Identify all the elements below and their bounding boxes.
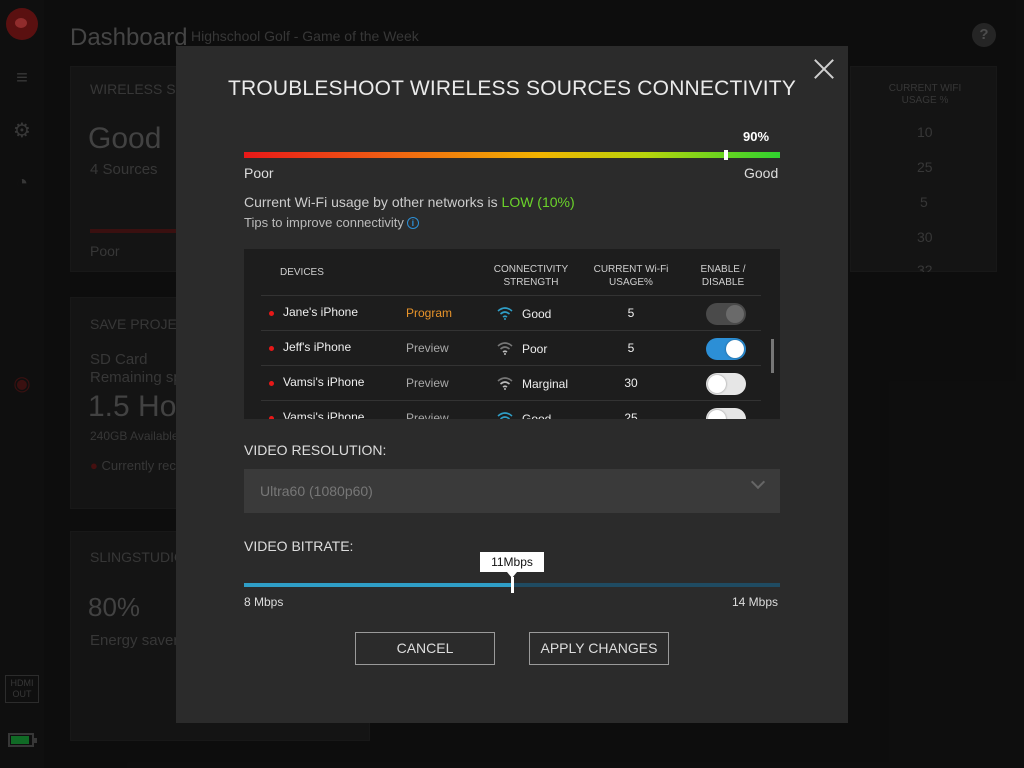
dialog-title: TROUBLESHOOT WIRELESS SOURCES CONNECTIVI… [227,77,797,100]
enable-toggle[interactable] [706,373,746,395]
device-usage: 25 [624,411,638,419]
toggle-knob [726,305,744,323]
toggle-knob [708,375,726,393]
bitrate-fill [244,583,512,587]
tips-link[interactable]: Tips to improve connectivity i [244,215,419,230]
device-mode: Preview [406,376,449,390]
status-dot [269,381,274,386]
status-dot [269,311,274,316]
tips-text: Tips to improve connectivity [244,215,404,230]
table-scrollbar[interactable] [771,339,774,373]
quality-marker [724,150,729,160]
wifi-usage-text: Current Wi-Fi usage by other networks is… [244,194,575,210]
toggle-knob [726,340,744,358]
toggle-knob [708,410,726,419]
wifi-icon [497,306,513,320]
table-row: Vamsi's iPhone Preview Marginal 30 [261,365,761,400]
bitrate-thumb[interactable] [511,577,514,593]
table-row: Jane's iPhone Program Good 5 [261,295,761,330]
device-strength: Good [522,412,552,419]
table-row: Jeff's iPhone Preview Poor 5 [261,330,761,365]
wifi-icon [497,341,513,355]
status-dot [269,416,274,419]
header-usage: CURRENT Wi-Fi USAGE% [593,264,669,288]
device-mode: Preview [406,411,449,419]
bitrate-slider[interactable]: 11Mbps [244,552,780,593]
quality-poor-label: Poor [244,165,274,181]
device-usage: 5 [627,306,635,320]
device-mode: Preview [406,341,449,355]
enable-toggle[interactable] [706,408,746,419]
device-usage: 30 [624,376,638,390]
wifi-usage-prefix: Current Wi-Fi usage by other networks is [244,194,502,210]
device-name: Jeff's iPhone [283,340,352,354]
table-row: Vamsi's iPhone Preview Good 25 [261,400,761,419]
wifi-usage-level: LOW (10%) [501,194,575,210]
device-strength: Poor [522,342,548,356]
header-devices: DEVICES [280,267,324,278]
bitrate-label: VIDEO BITRATE: [244,538,354,554]
info-icon[interactable]: i [406,217,419,229]
resolution-select[interactable]: Ultra60 (1080p60) [244,469,780,513]
status-dot [269,346,274,351]
resolution-value: Ultra60 (1080p60) [260,483,373,499]
bitrate-max-label: 14 Mbps [732,595,779,609]
app-root: ≡ ⚙ ◔ ◉ HDMI OUT Dashboard Highschool Go… [0,0,1024,768]
troubleshoot-dialog: TROUBLESHOOT WIRELESS SOURCES CONNECTIVI… [176,46,848,723]
chevron-down-icon [750,474,766,490]
enable-toggle[interactable] [706,338,746,360]
wifi-icon [497,411,513,419]
quality-good-label: Good [744,165,779,181]
bitrate-tooltip: 11Mbps [480,552,544,578]
devices-table: DEVICES CONNECTIVITY STRENGTH CURRENT Wi… [244,249,780,419]
device-name: Vamsi's iPhone [283,375,365,389]
resolution-label: VIDEO RESOLUTION: [244,442,387,458]
header-strength: CONNECTIVITY STRENGTH [493,264,569,288]
enable-toggle[interactable] [706,303,746,325]
apply-changes-button[interactable]: APPLY CHANGES [529,632,669,665]
header-enable: ENABLE / DISABLE [700,264,746,288]
device-strength: Good [522,307,552,321]
quality-bar [244,150,780,160]
quality-percent: 90% [743,129,770,144]
device-mode: Program [406,306,453,320]
wifi-icon [497,376,513,390]
device-strength: Marginal [522,377,569,391]
device-name: Vamsi's iPhone [283,410,365,419]
cancel-button[interactable]: CANCEL [355,632,495,665]
device-usage: 5 [627,341,635,355]
bitrate-min-label: 8 Mbps [244,595,284,609]
device-name: Jane's iPhone [283,305,359,319]
